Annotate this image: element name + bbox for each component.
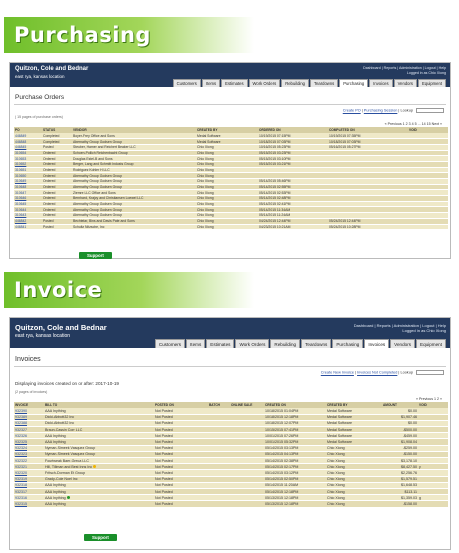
- invoice-banner: Invoice: [4, 272, 254, 308]
- app-header: Quitzon, Cole and Bednar east rya, kansa…: [10, 63, 450, 87]
- main-tabs: Customers Items Estimates Work Orders Re…: [172, 79, 446, 87]
- row-id-link[interactable]: 932315: [14, 500, 44, 508]
- top-links[interactable]: Dashboard | Reports | Administration | L…: [363, 66, 446, 76]
- invoice-banner-title: Invoice: [14, 278, 103, 302]
- tab-customers[interactable]: Customers: [154, 339, 186, 348]
- status-dot-icon: [93, 465, 97, 469]
- company-title: Quitzon, Cole and Bednar: [15, 323, 107, 332]
- lookup-input[interactable]: [416, 108, 444, 113]
- company-name: Quitzon, Cole and Bednar east rya, kansa…: [15, 324, 107, 340]
- table-cell: Chio Xiong: [196, 224, 258, 231]
- tab-items[interactable]: Items: [201, 79, 221, 87]
- tab-invoices[interactable]: Invoices: [369, 79, 393, 87]
- table-row[interactable]: 932315 AAA Inything Not Posted 05/13/2015 1…: [14, 500, 448, 508]
- table-cell: Not Posted: [154, 500, 208, 508]
- support-button[interactable]: Support: [79, 252, 112, 259]
- company-title: Quitzon, Cole and Bednar: [15, 66, 89, 72]
- tab-invoices[interactable]: Invoices: [364, 339, 390, 348]
- tab-work-orders[interactable]: Work Orders: [235, 339, 270, 348]
- table-cell: Chio Xiong: [326, 500, 382, 508]
- page-count-note: ( 15 pages of purchase orders): [15, 115, 63, 119]
- status-dot-icon: [66, 496, 70, 500]
- table-cell: [408, 224, 448, 231]
- invoices-table: INVOICE BILL TO POSTED ON BATCH ONLINE SALE C…: [14, 402, 448, 508]
- lookup-input[interactable]: [416, 370, 444, 375]
- company-name: Quitzon, Cole and Bednar east rya, kansa…: [15, 66, 88, 80]
- support-button[interactable]: Support: [84, 534, 117, 541]
- tab-purchasing[interactable]: Purchasing: [332, 339, 364, 348]
- top-links[interactable]: Dashboard | Reports | Administration | L…: [354, 323, 446, 333]
- purchasing-session-link[interactable]: Purchasing Session: [364, 109, 398, 113]
- table-cell: 05/24/2015 10:28PM: [328, 224, 408, 231]
- purchasing-banner: Purchasing: [4, 17, 254, 53]
- tab-customers[interactable]: Customers: [172, 79, 201, 87]
- app-header: Quitzon, Cole and Bednar east rya, kansa…: [10, 318, 450, 348]
- lookup-label: Lookup: [400, 108, 413, 113]
- page-count-note: (2 pages of invoices): [15, 390, 48, 394]
- row-id-link[interactable]: 446841: [14, 224, 42, 231]
- tab-vendors[interactable]: Vendors: [390, 339, 416, 348]
- invoice-screenshot: Quitzon, Cole and Bednar east rya, kansa…: [9, 317, 451, 550]
- company-location: east rya, kansas location: [15, 333, 71, 339]
- po-actions: Create PO | Purchasing Session | Lookup: [10, 105, 450, 113]
- purchasing-screenshot: Quitzon, Cole and Bednar east rya, kansa…: [9, 62, 451, 259]
- tab-rebuilding[interactable]: Rebuilding: [270, 339, 301, 348]
- create-invoice-link[interactable]: Create New Invoice: [321, 371, 354, 375]
- table-cell: Posted: [42, 224, 72, 231]
- table-cell: Schultz Nitzsche, Inc: [72, 224, 196, 231]
- tab-vendors[interactable]: Vendors: [393, 79, 417, 87]
- table-cell: [208, 500, 230, 508]
- tab-purchasing[interactable]: Purchasing: [339, 79, 369, 87]
- invoices-not-completed-link[interactable]: Invoices Not Completed: [357, 371, 397, 375]
- tab-work-orders[interactable]: Work Orders: [248, 79, 281, 87]
- lookup-label: Lookup: [400, 370, 413, 375]
- tab-items[interactable]: Items: [186, 339, 206, 348]
- table-cell: [418, 500, 448, 508]
- table-cell: 04/23/2015 10:21AM: [258, 224, 328, 231]
- table-cell: AAA Inything: [44, 500, 154, 508]
- table-row[interactable]: 446841 Posted Schultz Nitzsche, Inc Chio Xi…: [14, 224, 448, 231]
- table-cell: [230, 500, 264, 508]
- tab-estimates[interactable]: Estimates: [221, 79, 248, 87]
- tab-rebuilding[interactable]: Rebuilding: [281, 79, 309, 87]
- tab-teardowns[interactable]: Teardowns: [301, 339, 332, 348]
- purchase-orders-table: PO STATUS VENDOR CREATED BY ORDERED ON COMPLE…: [14, 127, 448, 231]
- tab-estimates[interactable]: Estimates: [206, 339, 235, 348]
- page-title: Invoices: [15, 356, 41, 363]
- invoice-actions: Create New Invoice | Invoices Not Comple…: [10, 367, 450, 375]
- company-location: east rya, kansas location: [15, 74, 65, 79]
- logged-in-user: Logged in as Chio Xiong: [402, 328, 446, 333]
- purchasing-banner-title: Purchasing: [14, 23, 151, 47]
- logged-in-user: Logged in as Chio Xiong: [406, 71, 446, 75]
- main-tabs: Customers Items Estimates Work Orders Re…: [154, 339, 446, 348]
- tab-equipment[interactable]: Equipment: [416, 339, 446, 348]
- page-title: Purchase Orders: [15, 94, 65, 101]
- table-cell: -$158.00: [382, 500, 418, 508]
- create-po-link[interactable]: Create PO: [343, 109, 361, 113]
- tab-teardowns[interactable]: Teardowns: [310, 79, 339, 87]
- table-cell: 05/13/2015 12:18PM: [264, 500, 326, 508]
- tab-equipment[interactable]: Equipment: [417, 79, 446, 87]
- date-filter-notice: Displaying invoices created on or after:…: [15, 381, 119, 386]
